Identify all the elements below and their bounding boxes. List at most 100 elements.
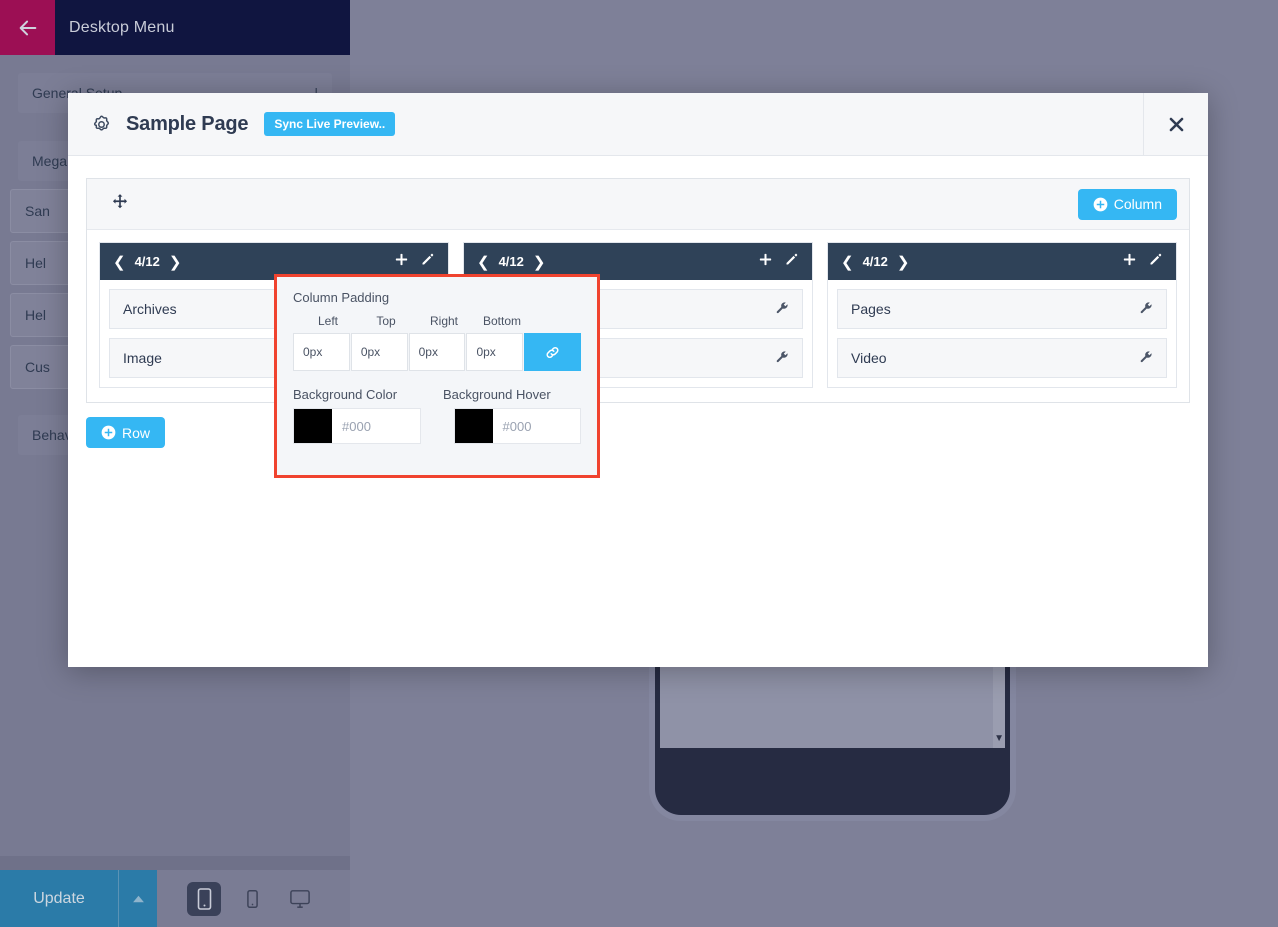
- chevron-right-icon[interactable]: ❯: [533, 253, 546, 271]
- update-options-toggle[interactable]: [118, 870, 157, 927]
- chevron-right-icon[interactable]: ❯: [169, 253, 182, 271]
- link-icon: [546, 346, 559, 358]
- list-item-label: Cus: [25, 359, 50, 375]
- accordion-mega-label: Mega: [32, 153, 68, 169]
- plus-circle-icon: [101, 425, 116, 440]
- add-row-button[interactable]: Row: [86, 417, 166, 448]
- padding-left-label: Left: [317, 314, 338, 328]
- padding-field-labels: Left Top Right Bottom: [299, 314, 581, 328]
- background-color-input[interactable]: #000: [332, 409, 420, 443]
- modal-body: Column ❮ 4/12 ❯ Archives Image ❮ 4/12 ❯ …: [68, 156, 1208, 470]
- move-icon[interactable]: [111, 193, 129, 216]
- update-button[interactable]: Update: [0, 870, 118, 927]
- chevron-right-icon[interactable]: ❯: [897, 253, 910, 271]
- column-width-nav: ❮ 4/12 ❯: [841, 253, 909, 271]
- admin-topbar: Desktop Menu: [0, 0, 350, 55]
- list-item-label: San: [25, 203, 50, 219]
- background-hover-swatch[interactable]: [454, 409, 493, 443]
- pencil-icon[interactable]: [1148, 252, 1163, 271]
- mobile-icon: [197, 887, 211, 910]
- padding-top-input[interactable]: 0px: [350, 333, 408, 371]
- column-width-label: 4/12: [862, 254, 888, 269]
- padding-top-label: Top: [376, 314, 396, 328]
- columns-container: ❮ 4/12 ❯ Archives Image ❮ 4/12 ❯ ❮ 4/12 …: [87, 230, 1189, 402]
- background-hover-field[interactable]: #000: [453, 408, 581, 444]
- chevron-left-icon[interactable]: ❮: [477, 253, 490, 271]
- padding-left-input[interactable]: 0px: [293, 333, 350, 371]
- gear-icon: [91, 114, 112, 135]
- wrench-icon[interactable]: [1139, 301, 1153, 318]
- background-field-labels: Background Color Background Hover: [293, 387, 581, 402]
- caret-up-icon: [132, 895, 144, 902]
- padding-bottom-label: Bottom: [482, 314, 521, 328]
- background-color-swatch[interactable]: [294, 409, 332, 443]
- background-color-label: Background Color: [293, 387, 398, 402]
- list-item-label: Hel: [25, 307, 47, 323]
- admin-panel-title: Desktop Menu: [69, 18, 175, 36]
- arrow-left-icon: [19, 20, 36, 35]
- column-settings-content: Column Padding Left Top Right Bottom 0px…: [277, 277, 597, 444]
- device-desktop-button[interactable]: [283, 882, 317, 916]
- column-width-label: 4/12: [498, 254, 524, 269]
- back-button[interactable]: [0, 0, 55, 55]
- padding-right-input[interactable]: 0px: [408, 333, 466, 371]
- column-width-nav: ❮ 4/12 ❯: [113, 253, 181, 271]
- desktop-icon: [290, 889, 310, 908]
- close-icon: [1169, 117, 1183, 131]
- plus-icon[interactable]: [394, 252, 409, 271]
- column-actions: [394, 252, 435, 271]
- widget-item-label: Archives: [123, 301, 177, 317]
- chevron-left-icon[interactable]: ❮: [841, 253, 854, 271]
- widget-item[interactable]: Pages: [837, 289, 1167, 329]
- column-actions: [758, 252, 799, 271]
- padding-inputs-row: 0px 0px 0px 0px: [293, 333, 582, 371]
- plus-icon[interactable]: [1122, 252, 1137, 271]
- row-toolbar: Column: [87, 179, 1189, 230]
- pencil-icon[interactable]: [784, 252, 799, 271]
- column-settings-popup: Column Padding Left Top Right Bottom 0px…: [274, 274, 600, 478]
- pencil-icon[interactable]: [420, 252, 435, 271]
- background-hover-label: Background Hover: [443, 387, 551, 402]
- wrench-icon[interactable]: [775, 350, 789, 367]
- page-title: Sample Page: [126, 112, 249, 135]
- widget-item[interactable]: Video: [837, 338, 1167, 378]
- builder-column: ❮ 4/12 ❯: [827, 242, 1177, 388]
- builder-row: Column ❮ 4/12 ❯ Archives Image ❮ 4/12 ❯ …: [86, 178, 1190, 403]
- link-padding-toggle[interactable]: [524, 333, 582, 371]
- background-inputs-row: #000 #000: [293, 408, 581, 444]
- close-button[interactable]: [1143, 93, 1208, 155]
- padding-right-label: Right: [429, 314, 458, 328]
- column-width-label: 4/12: [134, 254, 160, 269]
- widget-item-label: Pages: [851, 301, 891, 317]
- device-mobile-button[interactable]: [187, 881, 221, 916]
- widget-item-label: Video: [851, 350, 887, 366]
- column-width-nav: ❮ 4/12 ❯: [477, 253, 545, 271]
- plus-circle-icon: [1093, 197, 1108, 211]
- preview-blank-area: [660, 660, 1005, 720]
- modal-header: Sample Page Sync Live Preview..: [68, 93, 1208, 156]
- scroll-down-caret-icon[interactable]: ▼: [994, 733, 1004, 744]
- column-actions: [1122, 252, 1163, 271]
- list-item-label: Hel: [25, 255, 47, 271]
- column-items: Pages Video: [828, 280, 1176, 387]
- add-column-button[interactable]: Column: [1077, 188, 1177, 220]
- widget-item-label: Image: [123, 350, 162, 366]
- page-builder-modal: Sample Page Sync Live Preview.. Column ❮…: [68, 93, 1208, 667]
- wrench-icon[interactable]: [1139, 350, 1153, 367]
- background-color-field[interactable]: #000: [293, 408, 421, 444]
- admin-footer: Update: [0, 870, 350, 927]
- device-preview-switcher: [157, 870, 350, 927]
- device-tablet-button[interactable]: [235, 882, 269, 916]
- accordion-behaviour-label: Behav: [32, 427, 72, 443]
- add-row-label: Row: [122, 424, 151, 441]
- add-column-label: Column: [1113, 196, 1162, 212]
- chevron-left-icon[interactable]: ❮: [113, 253, 126, 271]
- wrench-icon[interactable]: [775, 301, 789, 318]
- plus-icon[interactable]: [758, 252, 773, 271]
- background-hover-input[interactable]: #000: [492, 409, 580, 443]
- padding-bottom-input[interactable]: 0px: [466, 333, 524, 371]
- column-header: ❮ 4/12 ❯: [828, 243, 1176, 280]
- sync-live-preview-button[interactable]: Sync Live Preview..: [264, 112, 396, 136]
- tablet-icon: [246, 889, 258, 908]
- column-padding-label: Column Padding: [293, 290, 390, 305]
